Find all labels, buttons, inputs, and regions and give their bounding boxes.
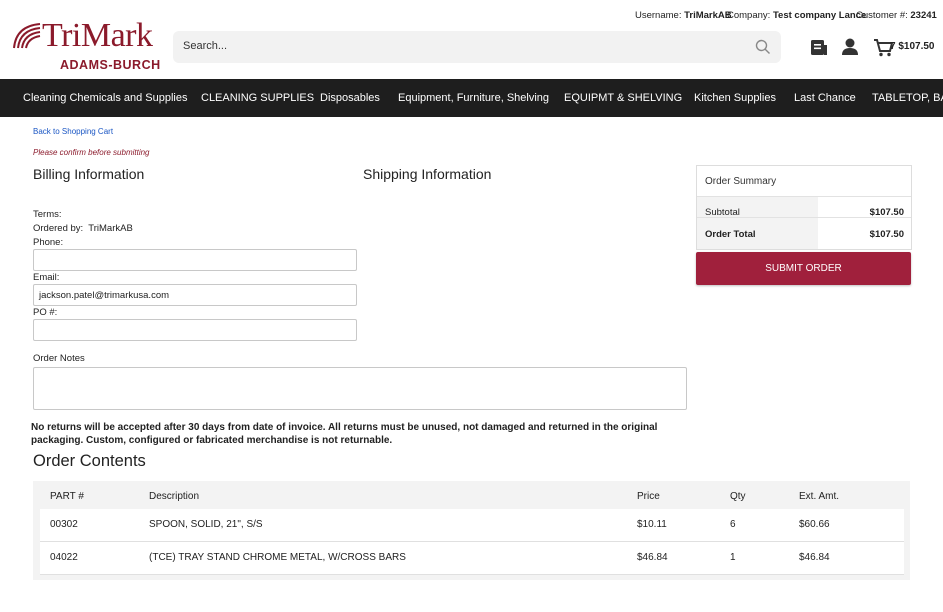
- nav-item-cleaning-supplies[interactable]: CLEANING SUPPLIES: [201, 92, 314, 104]
- nav-item-tabletop[interactable]: TABLETOP, BAN: [872, 92, 943, 104]
- summary-title: Order Summary: [705, 176, 777, 187]
- po-field[interactable]: [33, 319, 357, 341]
- order-list-icon[interactable]: [808, 36, 830, 58]
- returns-policy: No returns will be accepted after 30 day…: [31, 422, 658, 446]
- po-label: PO #:: [33, 307, 58, 318]
- col-description: Description: [149, 491, 200, 502]
- shipping-title: Shipping Information: [363, 166, 492, 182]
- total-label: Order Total: [705, 229, 756, 240]
- cart-total: $107.50: [898, 41, 935, 52]
- nav-item-kitchen-supplies[interactable]: Kitchen Supplies: [694, 92, 776, 104]
- cart-count: 7: [890, 41, 896, 52]
- terms-label: Terms:: [33, 209, 62, 220]
- email-label: Email:: [33, 272, 60, 283]
- customer-info: Customer #: 23241: [856, 10, 937, 21]
- email-field[interactable]: jackson.patel@trimarkusa.com: [33, 284, 357, 306]
- col-price: Price: [637, 491, 660, 502]
- company-info: Company: Test company Lance: [727, 10, 867, 21]
- total-value: $107.50: [869, 229, 904, 240]
- nav-item-disposables[interactable]: Disposables: [320, 92, 380, 104]
- table-row: 00302 SPOON, SOLID, 21", S/S $10.11 6 $6…: [40, 509, 904, 542]
- order-contents-table: PART # Description Price Qty Ext. Amt. 0…: [33, 481, 910, 580]
- nav-item-cleaning-chemicals[interactable]: Cleaning Chemicals and Supplies: [23, 92, 187, 104]
- table-row: 04022 (TCE) TRAY STAND CHROME METAL, W/C…: [40, 542, 904, 575]
- col-ext-amt: Ext. Amt.: [799, 491, 840, 502]
- brand-subline: ADAMS-BURCH: [60, 58, 161, 72]
- email-value: jackson.patel@trimarkusa.com: [39, 290, 170, 301]
- search-icon[interactable]: [755, 39, 771, 55]
- confirm-note: Please confirm before submitting: [33, 148, 150, 157]
- submit-order-button[interactable]: SUBMIT ORDER: [696, 252, 911, 285]
- order-notes-field[interactable]: [33, 367, 687, 410]
- col-qty: Qty: [730, 491, 746, 502]
- billing-title: Billing Information: [33, 166, 145, 182]
- search-input[interactable]: Search...: [173, 31, 781, 63]
- category-nav: Cleaning Chemicals and Supplies CLEANING…: [0, 79, 943, 117]
- phone-field[interactable]: [33, 249, 357, 271]
- nav-item-last-chance[interactable]: Last Chance: [794, 92, 856, 104]
- ordered-by: Ordered by: TriMarkAB: [33, 223, 133, 234]
- phone-label: Phone:: [33, 237, 64, 248]
- back-to-cart-link[interactable]: Back to Shopping Cart: [33, 127, 113, 136]
- logo-swoosh-icon: [13, 23, 41, 49]
- username-info: Username: TriMarkAB: [635, 10, 732, 21]
- order-contents-title: Order Contents: [33, 452, 146, 470]
- nav-item-equipmt-shelving[interactable]: EQUIPMT & SHELVING: [564, 92, 682, 104]
- nav-item-equipment[interactable]: Equipment, Furniture, Shelving: [398, 92, 549, 104]
- order-summary: Order Summary Subtotal $107.50 Order Tot…: [696, 165, 912, 250]
- cart-summary[interactable]: 7 $107.50: [890, 41, 935, 52]
- order-notes-label: Order Notes: [33, 353, 85, 364]
- total-row: Order Total $107.50: [697, 217, 911, 249]
- user-account-icon[interactable]: [839, 36, 861, 58]
- brand-logo[interactable]: TriMark: [42, 18, 153, 54]
- col-part: PART #: [50, 491, 84, 502]
- search-placeholder: Search...: [183, 40, 228, 52]
